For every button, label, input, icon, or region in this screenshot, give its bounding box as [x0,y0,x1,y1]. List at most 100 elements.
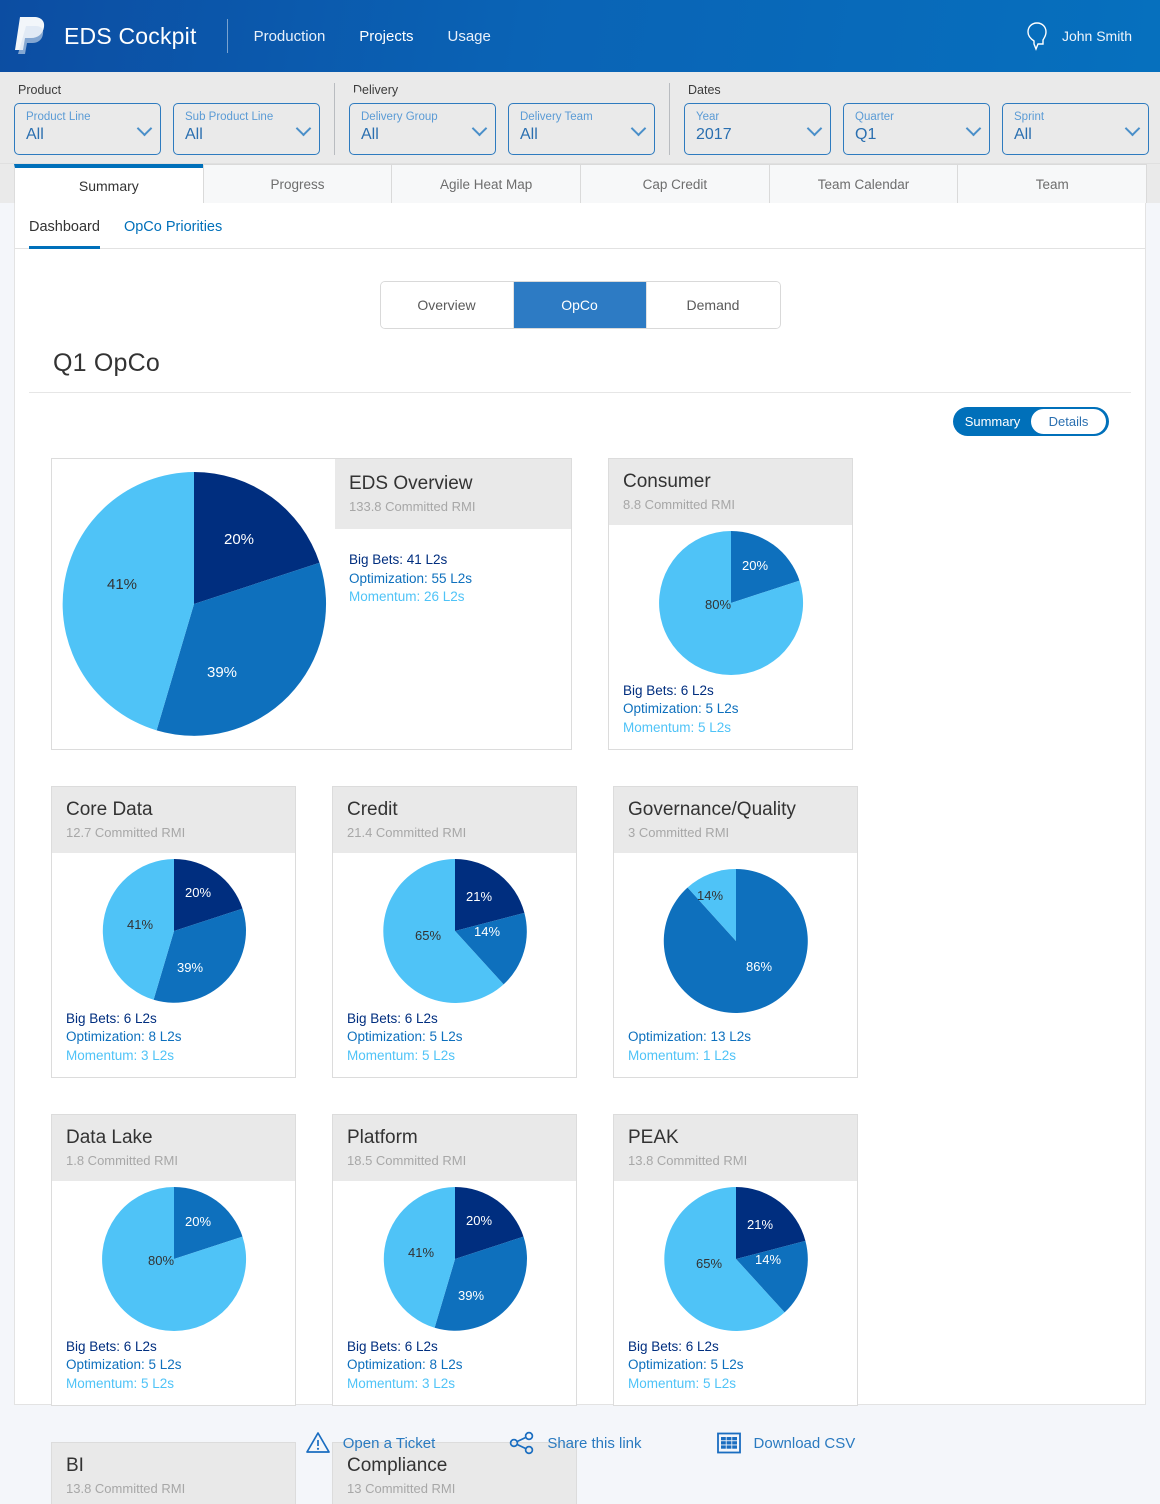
toggle-summary[interactable]: Summary [955,409,1030,434]
card-subtitle: 133.8 Committed RMI [349,499,476,514]
tab-team-calendar[interactable]: Team Calendar [768,164,959,203]
pie-svg: 21% 14% 65% [663,1187,808,1332]
filter-group-delivery: Delivery Delivery Group All Delivery Tea… [334,83,655,155]
pie-label: 20% [741,558,767,573]
pie-label: 21% [746,1217,772,1232]
card-core-data[interactable]: Core Data 12.7 Committed RMI 20% 39% 41%… [51,786,296,1078]
pie-svg: 20% 39% 41% [102,859,246,1003]
select-year[interactable]: Year 2017 [684,103,831,155]
card-subtitle: 1.8 Committed RMI [66,1153,178,1168]
select-sprint[interactable]: Sprint All [1002,103,1149,155]
pie-svg: 21% 14% 65% [382,859,527,1004]
open-ticket-label: Open a Ticket [342,1434,436,1452]
tab-team[interactable]: Team [957,164,1148,203]
tab-summary[interactable]: Summary [14,164,204,203]
pie-label: 20% [223,531,253,548]
segment-opco[interactable]: OpCo [513,282,647,328]
nav-item-usage[interactable]: Usage [447,24,490,49]
pie-label: 80% [147,1253,173,1268]
tab-agile-heat-map[interactable]: Agile Heat Map [391,164,582,203]
card-header: PEAK 13.8 Committed RMI [614,1115,857,1181]
card-header: Consumer 8.8 Committed RMI [609,459,852,525]
card-legend: Big Bets: 6 L2s Optimization: 8 L2s Mome… [333,1338,576,1406]
pie-label: 86% [745,959,771,974]
pie-label: 41% [126,917,152,932]
subtab-opco-priorities[interactable]: OpCo Priorities [124,219,222,249]
download-csv-label: Download CSV [753,1434,856,1452]
select-quarter[interactable]: Quarter Q1 [843,103,990,155]
summary-details-toggle[interactable]: Summary Details [953,407,1109,436]
card-platform[interactable]: Platform 18.5 Committed RMI 20% 39% 41% … [332,1114,577,1406]
download-csv-button[interactable]: Download CSV [716,1431,856,1455]
pie-chart-credit: 21% 14% 65% [333,853,576,1010]
legend-momentum: Momentum: 26 L2s [349,589,465,604]
opco-card-grid: 20% 39% 41% EDS Overview 133.8 Committed… [15,436,1145,1504]
legend-optimization: Optimization: 55 L2s [349,570,473,586]
card-eds-overview[interactable]: 20% 39% 41% EDS Overview 133.8 Committed… [51,458,572,750]
card-title: Compliance [347,1455,448,1476]
legend-big-bets: Big Bets: 6 L2s [66,1010,157,1026]
card-credit[interactable]: Credit 21.4 Committed RMI 21% 14% 65% Bi… [332,786,577,1078]
select-value: All [361,126,379,143]
card-subtitle: 18.5 Committed RMI [347,1153,467,1168]
share-link-button[interactable]: Share this link [509,1431,642,1455]
card-consumer[interactable]: Consumer 8.8 Committed RMI 20% 80% Big B… [608,458,853,750]
select-value: All [520,126,538,143]
card-subtitle: 13 Committed RMI [347,1481,456,1496]
subtab-dashboard[interactable]: Dashboard [29,219,100,249]
filter-bar: Product Product Line All Sub Product Lin… [0,72,1160,164]
toggle-details[interactable]: Details [1030,408,1107,435]
paypal-logo-icon [15,17,45,54]
summary-details-toggle-row: Summary Details [15,393,1145,436]
card-governance-quality[interactable]: Governance/Quality 3 Committed RMI 14% 8… [613,786,858,1078]
content-panel: Dashboard OpCo Priorities Overview OpCo … [14,203,1146,1504]
pie-label: 20% [465,1213,491,1228]
card-subtitle: 21.4 Committed RMI [347,825,467,840]
card-legend: Big Bets: 41 L2s Optimization: 55 L2s Mo… [335,529,571,607]
select-sub-product-line[interactable]: Sub Product Line All [173,103,320,155]
card-header: Data Lake 1.8 Committed RMI [52,1115,295,1181]
filter-group-dates: Dates Year 2017 Quarter Q1 Sprint All [669,83,1149,155]
nav-item-projects[interactable]: Projects [359,24,413,49]
legend-big-bets: Big Bets: 6 L2s [628,1338,719,1354]
tab-cap-credit[interactable]: Cap Credit [580,164,770,203]
filter-group-label: Delivery [353,83,399,97]
pie-label: 39% [457,1288,483,1303]
card-legend: Optimization: 13 L2s Momentum: 1 L2s [614,1028,857,1077]
pie-chart-peak: 21% 14% 65% [614,1181,857,1338]
legend-momentum: Momentum: 5 L2s [66,1375,175,1391]
card-subtitle: 12.7 Committed RMI [66,825,186,840]
user-head-icon [1027,22,1047,51]
pie-label: 41% [407,1245,433,1260]
pie-chart-core-data: 20% 39% 41% [52,853,295,1010]
select-label: Product Line [26,111,91,123]
tab-progress[interactable]: Progress [202,164,393,203]
pie-label: 20% [184,1214,210,1229]
card-peak[interactable]: PEAK 13.8 Committed RMI 21% 14% 65% Big … [613,1114,858,1406]
segment-overview[interactable]: Overview [380,282,514,328]
header-divider [226,19,228,53]
card-header: Core Data 12.7 Committed RMI [52,787,295,853]
segment-demand[interactable]: Demand [646,282,780,328]
select-delivery-team[interactable]: Delivery Team All [508,103,655,155]
card-bi[interactable]: BI 13.8 Committed RMI 21% 14% 65% Big Be… [51,1442,296,1504]
legend-momentum: Momentum: 3 L2s [66,1047,175,1063]
open-ticket-button[interactable]: Open a Ticket [305,1431,436,1455]
app-header: EDS Cockpit Production Projects Usage Jo… [0,0,1160,100]
page-title: Q1 OpCo [53,349,161,377]
card-title: Consumer [623,471,711,492]
card-legend: Big Bets: 6 L2s Optimization: 5 L2s Mome… [609,682,852,750]
legend-optimization: Optimization: 5 L2s [347,1029,463,1044]
legend-momentum: Momentum: 5 L2s [347,1047,456,1063]
user-menu[interactable]: John Smith [1024,20,1142,52]
select-label: Sprint [1014,111,1045,123]
card-title: Governance/Quality [628,799,796,820]
legend-optimization: Optimization: 5 L2s [66,1357,182,1372]
legend-optimization: Optimization: 8 L2s [66,1029,182,1044]
nav-item-production[interactable]: Production [254,24,326,49]
select-delivery-group[interactable]: Delivery Group All [349,103,496,155]
select-product-line[interactable]: Product Line All [14,103,161,155]
card-title: PEAK [628,1127,679,1148]
card-data-lake[interactable]: Data Lake 1.8 Committed RMI 20% 80% Big … [51,1114,296,1406]
chevron-down-icon [295,120,312,137]
